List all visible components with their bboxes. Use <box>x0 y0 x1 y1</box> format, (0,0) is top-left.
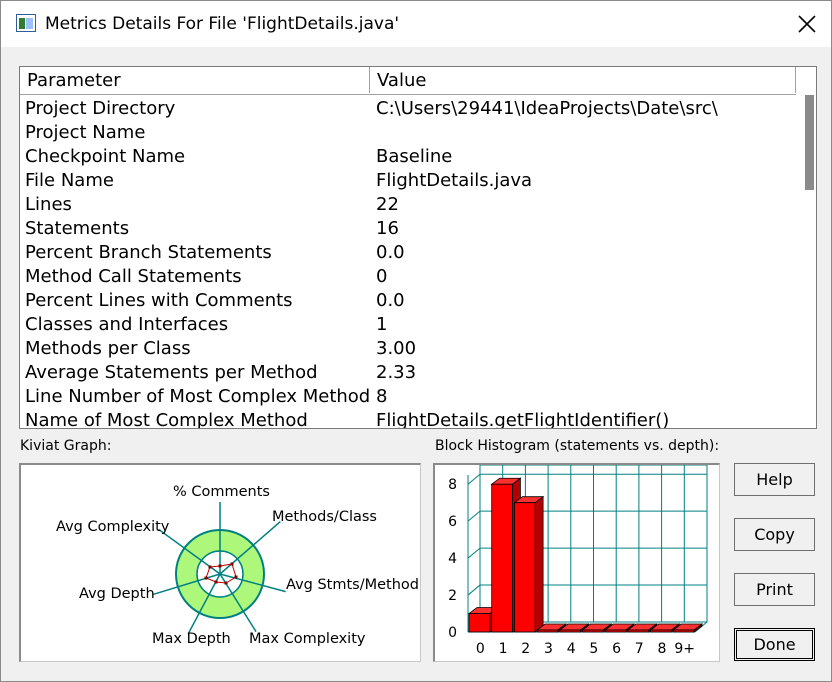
histogram-gridline <box>467 510 481 522</box>
histogram-x-tick-label: 0 <box>476 641 485 657</box>
parameter-cell: Project Name <box>25 122 146 143</box>
histogram-gridline <box>467 547 481 559</box>
copy-button[interactable]: Copy <box>734 518 815 551</box>
histogram-x-tick-label: 3 <box>544 641 553 657</box>
kiviat-data-point <box>214 580 218 584</box>
table-row[interactable]: Line Number of Most Complex Method 8 <box>20 385 798 409</box>
parameter-cell: Percent Lines with Comments <box>25 290 293 311</box>
table-row[interactable]: Percent Branch Statements 0.0 <box>20 241 798 265</box>
print-button[interactable]: Print <box>734 573 815 606</box>
kiviat-graph: % CommentsMethods/Class Avg Stmts/Method M… <box>56 484 419 647</box>
table-row[interactable]: Percent Lines with Comments 0.0 <box>20 289 798 313</box>
kiviat-data-point <box>230 562 234 566</box>
parameter-cell: Classes and Interfaces <box>25 314 229 335</box>
histogram-y-tick-label: 4 <box>448 551 457 567</box>
histogram-y-tick-label: 6 <box>448 514 457 530</box>
vertical-scrollbar[interactable] <box>801 94 816 428</box>
kiviat-data-point <box>208 565 212 569</box>
kiviat-graph-panel: % Comments Methods/Class Avg Stmts/Method M… <box>19 463 421 662</box>
value-cell: 0.0 <box>376 290 405 311</box>
table-row[interactable]: Statements 16 <box>20 217 798 241</box>
value-cell: 16 <box>376 218 399 239</box>
value-cell: 3.00 <box>376 338 417 359</box>
close-icon <box>798 15 816 33</box>
kiviat-data-point <box>204 576 208 580</box>
histogram-y-tick-label: 0 <box>448 625 457 641</box>
metrics-dialog: Metrics Details For File 'FlightDetails.… <box>0 0 832 682</box>
histogram-y-tick-label: 2 <box>448 588 457 604</box>
table-row[interactable]: File Name FlightDetails.java <box>20 169 798 193</box>
histogram-y-tick-label: 8 <box>448 477 457 493</box>
kiviat-graph-label: Kiviat Graph: <box>20 438 112 454</box>
kiviat-axis-label: Avg Complexity <box>56 519 170 535</box>
parameter-cell: Percent Branch Statements <box>25 242 272 263</box>
parameter-cell: Average Statements per Method <box>25 362 318 383</box>
histogram-x-tick-label: 9+ <box>674 641 695 657</box>
table-row[interactable]: Average Statements per Method 2.33 <box>20 361 798 385</box>
value-cell: 0.0 <box>376 242 405 263</box>
table-row[interactable]: Checkpoint Name Baseline <box>20 145 798 169</box>
parameter-cell: Checkpoint Name <box>25 146 186 167</box>
kiviat-axis-label: % Comments <box>173 484 270 500</box>
scrollbar-thumb[interactable] <box>805 95 814 190</box>
kiviat-data-point <box>224 581 228 585</box>
window-title: Metrics Details For File 'FlightDetails.… <box>45 14 400 34</box>
table-row[interactable]: Classes and Interfaces 1 <box>20 313 798 337</box>
kiviat-axis-label: Max Complexity <box>249 631 366 647</box>
close-button[interactable] <box>785 5 829 43</box>
histogram-x-tick-label: 6 <box>612 641 621 657</box>
title-bar: Metrics Details For File 'FlightDetails.… <box>1 1 831 47</box>
app-icon <box>16 14 36 32</box>
parameter-cell: Line Number of Most Complex Method <box>25 386 371 407</box>
parameter-cell: Statements <box>25 218 130 239</box>
column-header-value[interactable]: Value <box>370 67 796 93</box>
parameter-cell: Name of Most Complex Method <box>25 410 308 429</box>
parameter-cell: Lines <box>25 194 72 215</box>
table-row[interactable]: Method Call Statements 0 <box>20 265 798 289</box>
help-button[interactable]: Help <box>734 463 815 496</box>
table-row[interactable]: Methods per Class 3.00 <box>20 337 798 361</box>
histogram-x-tick-label: 4 <box>567 641 576 657</box>
kiviat-axis-label: Avg Depth <box>79 586 155 602</box>
value-cell: 2.33 <box>376 362 417 383</box>
histogram-x-tick-label: 1 <box>499 641 508 657</box>
table-row[interactable]: Name of Most Complex Method FlightDetails… <box>20 409 798 429</box>
value-cell: Baseline <box>376 146 453 167</box>
value-cell: 0 <box>376 266 388 287</box>
histogram-gridline <box>467 473 481 485</box>
histogram-x-tick-label: 2 <box>521 641 530 657</box>
value-cell: FlightDetails.java <box>376 170 533 191</box>
parameter-cell: Project Directory <box>25 98 176 119</box>
value-cell: 22 <box>376 194 399 215</box>
table-body: Project Directory C:\Users\29441\IdeaProj… <box>20 97 798 429</box>
block-histogram-label: Block Histogram (statements vs. depth): <box>435 438 720 454</box>
done-button[interactable]: Done <box>734 628 815 661</box>
table-header: Parameter Value <box>20 67 796 95</box>
column-header-parameter[interactable]: Parameter <box>20 67 370 93</box>
parameter-cell: Method Call Statements <box>25 266 242 287</box>
parameter-cell: File Name <box>25 170 114 191</box>
kiviat-axis-label: Avg Stmts/Method <box>286 577 419 593</box>
kiviat-data-point <box>218 564 222 568</box>
value-cell: C:\Users\29441\IdeaProjects\Date\src\ <box>376 98 718 119</box>
block-histogram-panel: 0 2 4 6 8 0 1 2 3 4 5 6 7 8 9+ <box>433 463 720 662</box>
kiviat-axis-label: Methods/Class <box>272 509 377 525</box>
value-cell: 8 <box>376 386 388 407</box>
metrics-table[interactable]: Parameter Value Project Directory C:\User… <box>19 66 817 429</box>
table-row[interactable]: Project Directory C:\Users\29441\IdeaProj… <box>20 97 798 121</box>
table-row[interactable]: Project Name <box>20 121 798 145</box>
histogram-bar <box>513 495 545 633</box>
table-row[interactable]: Lines 22 <box>20 193 798 217</box>
kiviat-data-point <box>234 575 238 579</box>
kiviat-axis-label: Max Depth <box>152 631 231 647</box>
histogram-x-tick-label: 8 <box>657 641 666 657</box>
parameter-cell: Methods per Class <box>25 338 191 359</box>
histogram-gridline <box>467 584 481 596</box>
histogram-x-tick-label: 7 <box>635 641 644 657</box>
block-histogram-chart: 024680 1 2 3 4 5 6 7 8 9+ <box>448 464 708 657</box>
value-cell: 1 <box>376 314 388 335</box>
value-cell: FlightDetails.getFlightIdentifier() <box>376 410 670 429</box>
histogram-x-tick-label: 5 <box>589 641 598 657</box>
